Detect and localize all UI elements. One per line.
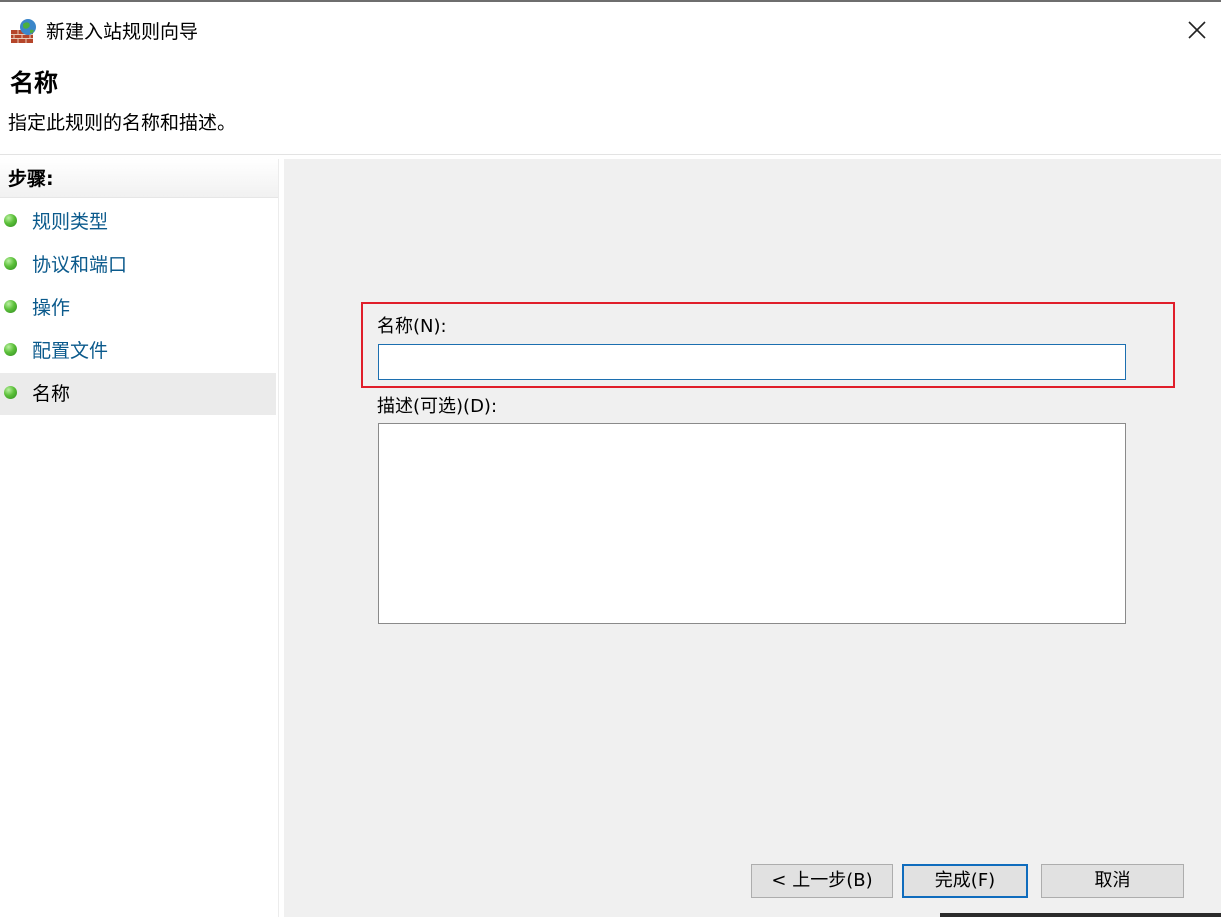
green-dot-icon <box>4 257 17 270</box>
wizard-window: 新建入站规则向导 名称 指定此规则的名称和描述。 步骤: 规则类型 协议和端口 … <box>0 0 1221 917</box>
step-label: 名称 <box>32 383 71 405</box>
title-bar: 新建入站规则向导 <box>0 4 1221 58</box>
back-button[interactable]: < 上一步(B) <box>751 864 893 898</box>
page-subtitle: 指定此规则的名称和描述。 <box>8 112 237 134</box>
steps-label: 步骤: <box>8 168 54 190</box>
finish-button[interactable]: 完成(F) <box>902 864 1028 898</box>
green-dot-icon <box>4 214 17 227</box>
name-input[interactable] <box>378 344 1126 380</box>
cancel-button[interactable]: 取消 <box>1041 864 1184 898</box>
green-dot-icon <box>4 343 17 356</box>
step-name: 名称 <box>0 373 276 415</box>
taskbar-edge <box>940 913 1221 917</box>
step-action[interactable]: 操作 <box>0 287 276 329</box>
step-rule-type[interactable]: 规则类型 <box>0 201 276 243</box>
step-label: 规则类型 <box>32 211 109 233</box>
step-protocol-and-ports[interactable]: 协议和端口 <box>0 244 276 286</box>
close-icon <box>1188 21 1206 39</box>
step-label: 操作 <box>32 297 71 319</box>
description-input[interactable] <box>378 423 1126 624</box>
page-title: 名称 <box>10 69 58 97</box>
step-label: 配置文件 <box>32 340 109 362</box>
firewall-globe-icon <box>10 18 38 44</box>
header-divider <box>0 154 1221 155</box>
green-dot-icon <box>4 386 17 399</box>
step-label: 协议和端口 <box>32 254 128 276</box>
wizard-header: 名称 指定此规则的名称和描述。 <box>0 58 1221 154</box>
steps-sidebar: 步骤: 规则类型 协议和端口 操作 配置文件 名称 <box>0 159 279 917</box>
green-dot-icon <box>4 300 17 313</box>
window-title: 新建入站规则向导 <box>46 21 199 43</box>
steps-header: 步骤: <box>0 159 278 198</box>
step-profile[interactable]: 配置文件 <box>0 330 276 372</box>
close-button[interactable] <box>1173 8 1221 52</box>
name-label: 名称(N): <box>377 316 447 337</box>
description-label: 描述(可选)(D): <box>377 396 498 417</box>
